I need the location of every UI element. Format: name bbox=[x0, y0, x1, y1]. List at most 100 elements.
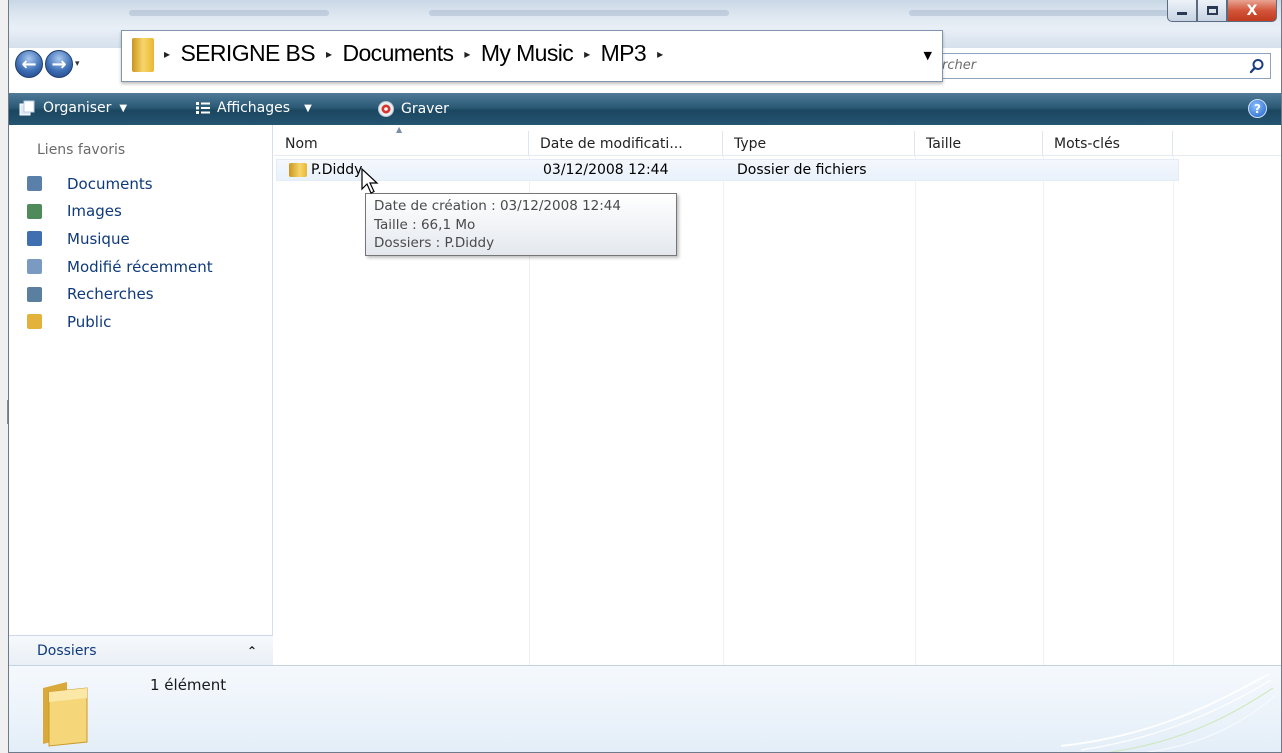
details-pane: 1 élément bbox=[9, 665, 1281, 752]
navigation-pane: Liens favoris Documents Images Musique M… bbox=[9, 125, 273, 665]
column-header-name[interactable]: Nom ▲ bbox=[274, 125, 529, 156]
folders-toggle[interactable]: Dossiers ⌃ bbox=[9, 635, 273, 665]
column-label: Date de modificati... bbox=[540, 135, 683, 152]
glass-streak bbox=[429, 10, 729, 16]
sort-ascending-icon: ▲ bbox=[396, 125, 403, 134]
breadcrumb-separator-icon[interactable]: ▸ bbox=[584, 47, 590, 61]
address-history-dropdown-icon[interactable]: ▼ bbox=[924, 49, 932, 62]
column-label: Nom bbox=[285, 135, 318, 152]
column-divider bbox=[723, 156, 724, 665]
favorite-label: Public bbox=[67, 312, 112, 331]
desktop-edge bbox=[0, 0, 8, 753]
file-modified: 03/12/2008 12:44 bbox=[543, 162, 669, 178]
favorite-label: Musique bbox=[67, 229, 130, 248]
recent-icon bbox=[27, 259, 42, 275]
breadcrumb-item[interactable]: SERIGNE BS bbox=[180, 40, 315, 67]
favorite-label: Documents bbox=[67, 174, 153, 193]
address-bar[interactable]: ▸ SERIGNE BS ▸ Documents ▸ My Music ▸ MP… bbox=[121, 30, 943, 82]
forward-button[interactable]: → bbox=[45, 50, 73, 78]
favorite-link-documents[interactable]: Documents bbox=[27, 170, 213, 198]
column-header-row: Nom ▲ Date de modificati... Type Taille … bbox=[274, 125, 1281, 156]
column-header-date[interactable]: Date de modificati... bbox=[529, 131, 723, 156]
command-bar: Organiser ▼ Affichages ▼ Graver ? bbox=[9, 93, 1281, 125]
favorite-link-searches[interactable]: Recherches bbox=[27, 280, 213, 308]
organiser-button[interactable]: Organiser ▼ bbox=[19, 100, 127, 116]
chevron-down-icon: ▼ bbox=[119, 102, 128, 114]
recent-pages-dropdown-icon[interactable]: ▾ bbox=[75, 59, 80, 69]
breadcrumb-separator-icon[interactable]: ▸ bbox=[464, 47, 470, 61]
back-arrow-icon: ← bbox=[21, 53, 37, 75]
favorite-link-public[interactable]: Public bbox=[27, 308, 213, 336]
music-icon bbox=[27, 231, 42, 247]
column-divider bbox=[915, 156, 916, 665]
breadcrumb-item[interactable]: Documents bbox=[342, 40, 454, 67]
decorative-swoosh bbox=[1060, 673, 1276, 752]
breadcrumb-separator-icon[interactable]: ▸ bbox=[657, 47, 663, 61]
column-header-type[interactable]: Type bbox=[723, 131, 915, 156]
favorite-label: Recherches bbox=[67, 285, 154, 304]
help-icon[interactable]: ? bbox=[1248, 99, 1267, 118]
minimize-icon bbox=[1177, 12, 1187, 15]
explorer-window: X ← → ▾ rcher Organiser ▼ Affichages ▼ G… bbox=[8, 0, 1282, 753]
item-count: 1 élément bbox=[150, 676, 227, 694]
graver-label: Graver bbox=[401, 101, 449, 117]
favorite-label: Modifié récemment bbox=[67, 257, 213, 276]
column-header-keywords[interactable]: Mots-clés bbox=[1043, 131, 1173, 156]
search-folder-icon bbox=[27, 286, 42, 302]
folders-label: Dossiers bbox=[37, 642, 97, 659]
breadcrumb-separator-icon[interactable]: ▸ bbox=[164, 47, 170, 61]
search-icon[interactable] bbox=[1248, 57, 1266, 75]
forward-arrow-icon: → bbox=[51, 53, 67, 75]
organiser-label: Organiser bbox=[43, 100, 112, 116]
column-divider bbox=[1173, 156, 1174, 665]
tooltip-created: Date de création : 03/12/2008 12:44 bbox=[374, 198, 621, 214]
maximize-icon bbox=[1206, 6, 1218, 15]
file-row[interactable]: P.Diddy 03/12/2008 12:44 Dossier de fich… bbox=[276, 159, 1179, 181]
navigation-buttons: ← → ▾ bbox=[15, 50, 80, 78]
documents-icon bbox=[27, 176, 42, 192]
favorites-heading: Liens favoris bbox=[37, 142, 126, 158]
chevron-up-icon: ⌃ bbox=[246, 643, 257, 658]
breadcrumb-item[interactable]: MP3 bbox=[601, 40, 647, 67]
favorite-link-music[interactable]: Musique bbox=[27, 225, 213, 253]
column-header-size[interactable]: Taille bbox=[915, 131, 1043, 156]
folder-icon bbox=[43, 682, 88, 747]
burn-disc-icon bbox=[378, 101, 394, 117]
images-icon bbox=[27, 203, 42, 219]
close-icon: X bbox=[1246, 2, 1258, 19]
maximize-button[interactable] bbox=[1197, 0, 1227, 22]
organize-icon bbox=[19, 100, 35, 116]
public-folder-icon bbox=[27, 314, 42, 330]
affichages-label: Affichages bbox=[217, 100, 291, 116]
tooltip-size: Taille : 66,1 Mo bbox=[374, 216, 476, 233]
breadcrumb-item[interactable]: My Music bbox=[481, 40, 574, 67]
favorites-list: Documents Images Musique Modifié récemme… bbox=[27, 170, 213, 336]
close-button[interactable]: X bbox=[1227, 0, 1277, 22]
column-label: Type bbox=[734, 135, 767, 152]
search-placeholder: rcher bbox=[942, 58, 977, 73]
graver-button[interactable]: Graver bbox=[377, 100, 449, 118]
back-button[interactable]: ← bbox=[15, 50, 43, 78]
folder-tooltip: Date de création : 03/12/2008 12:44 Tail… bbox=[365, 193, 677, 256]
favorite-label: Images bbox=[67, 202, 122, 221]
search-box[interactable]: rcher bbox=[939, 53, 1271, 79]
column-label: Taille bbox=[926, 135, 962, 152]
folder-icon bbox=[132, 38, 154, 72]
mouse-cursor-icon bbox=[361, 167, 379, 194]
affichages-button[interactable]: Affichages ▼ bbox=[195, 100, 312, 116]
breadcrumb-separator-icon[interactable]: ▸ bbox=[326, 47, 332, 61]
chevron-down-icon: ▼ bbox=[304, 102, 312, 114]
favorite-link-images[interactable]: Images bbox=[27, 198, 213, 226]
tooltip-folders: Dossiers : P.Diddy bbox=[374, 235, 495, 251]
glass-streak bbox=[129, 10, 329, 16]
folder-icon bbox=[289, 163, 307, 177]
favorite-link-recent[interactable]: Modifié récemment bbox=[27, 253, 213, 281]
minimize-button[interactable] bbox=[1167, 0, 1197, 22]
column-divider bbox=[1043, 156, 1044, 665]
breadcrumb: ▸ SERIGNE BS ▸ Documents ▸ My Music ▸ MP… bbox=[158, 40, 674, 67]
file-name: P.Diddy bbox=[311, 162, 363, 178]
column-label: Mots-clés bbox=[1054, 135, 1120, 152]
glass-streak bbox=[909, 10, 1169, 16]
file-type: Dossier de fichiers bbox=[737, 162, 867, 178]
window-controls: X bbox=[1167, 0, 1277, 22]
